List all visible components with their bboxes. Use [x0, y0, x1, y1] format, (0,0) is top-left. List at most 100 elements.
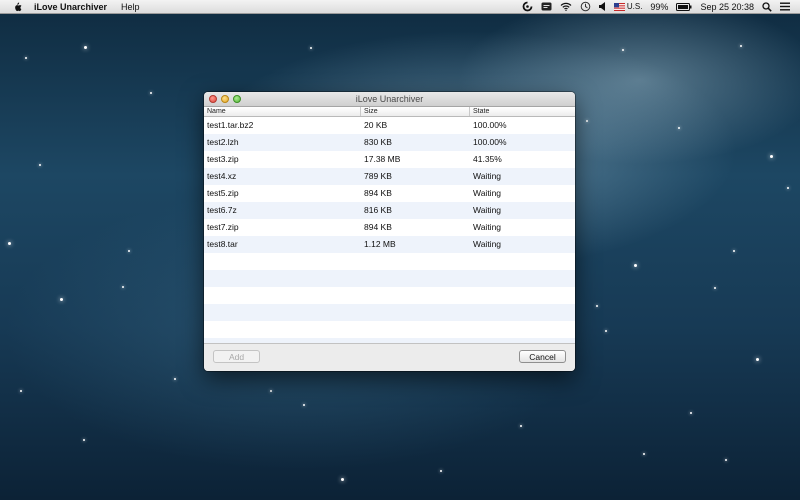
star — [310, 47, 312, 49]
cell-name: test2.lzh — [207, 137, 239, 147]
menu-help[interactable]: Help — [121, 2, 140, 12]
time-machine-icon[interactable] — [580, 1, 591, 12]
empty-row — [204, 270, 575, 287]
cell-state: 100.00% — [473, 137, 507, 147]
star — [733, 250, 735, 252]
menu-extras: U.S. 99% Sep 25 20:38 — [522, 0, 790, 13]
cell-state: Waiting — [473, 171, 502, 181]
cell-size: 20 KB — [364, 120, 388, 130]
zoom-window-button[interactable] — [233, 95, 241, 103]
cell-name: test6.7z — [207, 205, 237, 215]
cell-state: Waiting — [473, 205, 502, 215]
menu-bar: iLove Unarchiver Help U.S. 99% Sep 25 20… — [0, 0, 800, 14]
battery-percent: 99% — [650, 1, 669, 12]
message-icon[interactable] — [541, 1, 552, 12]
menubar-clock[interactable]: Sep 25 20:38 — [700, 2, 754, 12]
star — [60, 298, 63, 301]
window-footer: Add Cancel — [204, 343, 575, 371]
cell-name: test1.tar.bz2 — [207, 120, 254, 130]
apple-icon[interactable] — [12, 1, 22, 12]
volume-icon[interactable] — [598, 1, 606, 12]
star — [303, 404, 305, 406]
column-header-size[interactable]: Size — [361, 107, 470, 116]
star — [678, 127, 680, 129]
wifi-icon[interactable] — [560, 1, 572, 12]
star — [122, 286, 124, 288]
minimize-window-button[interactable] — [221, 95, 229, 103]
column-header-name[interactable]: Name — [204, 107, 361, 116]
star — [770, 155, 773, 158]
star — [25, 57, 27, 59]
window-title: iLove Unarchiver — [355, 94, 424, 104]
cancel-button[interactable]: Cancel — [519, 350, 566, 363]
star — [150, 92, 152, 94]
table-row[interactable]: test3.zip 17.38 MB 41.35% — [204, 151, 575, 168]
cell-state: Waiting — [473, 239, 502, 249]
input-source-label: U.S. — [626, 2, 643, 11]
star — [174, 378, 176, 380]
table-row[interactable]: test5.zip 894 KB Waiting — [204, 185, 575, 202]
star — [8, 242, 11, 245]
cell-size: 894 KB — [364, 222, 392, 232]
star — [756, 358, 759, 361]
star — [341, 478, 344, 481]
cell-size: 816 KB — [364, 205, 392, 215]
close-window-button[interactable] — [209, 95, 217, 103]
spotlight-search-icon[interactable] — [762, 1, 772, 12]
cell-state: Waiting — [473, 188, 502, 198]
table-row[interactable]: test1.tar.bz2 20 KB 100.00% — [204, 117, 575, 134]
add-button[interactable]: Add — [213, 350, 260, 363]
star — [84, 46, 87, 49]
star — [440, 470, 442, 472]
cell-size: 830 KB — [364, 137, 392, 147]
cell-name: test8.tar — [207, 239, 238, 249]
star — [643, 453, 645, 455]
table-row[interactable]: test4.xz 789 KB Waiting — [204, 168, 575, 185]
creative-cloud-icon[interactable] — [522, 1, 533, 12]
star — [605, 330, 607, 332]
cell-size: 894 KB — [364, 188, 392, 198]
table-row[interactable]: test2.lzh 830 KB 100.00% — [204, 134, 575, 151]
empty-row — [204, 304, 575, 321]
cell-state: 100.00% — [473, 120, 507, 130]
unarchiver-window: iLove Unarchiver Name Size State test1.t… — [204, 92, 575, 371]
star — [725, 459, 727, 461]
star — [740, 45, 742, 47]
star — [634, 264, 637, 267]
star — [270, 390, 272, 392]
star — [787, 187, 789, 189]
star — [20, 390, 22, 392]
star — [586, 120, 588, 122]
star — [622, 49, 624, 51]
us-flag-icon[interactable]: U.S. — [613, 1, 643, 12]
star — [83, 439, 85, 441]
table-row[interactable]: test8.tar 1.12 MB Waiting — [204, 236, 575, 253]
table-header: Name Size State — [204, 107, 575, 117]
star — [690, 412, 692, 414]
cell-state: 41.35% — [473, 154, 502, 164]
empty-row — [204, 321, 575, 338]
star — [714, 287, 716, 289]
star — [596, 305, 598, 307]
cell-size: 17.38 MB — [364, 154, 401, 164]
empty-row — [204, 253, 575, 270]
cell-name: test5.zip — [207, 188, 239, 198]
battery-icon[interactable] — [676, 1, 692, 12]
star — [128, 250, 130, 252]
cell-size: 1.12 MB — [364, 239, 396, 249]
empty-row — [204, 287, 575, 304]
archive-table[interactable]: Name Size State test1.tar.bz2 20 KB 100.… — [204, 107, 575, 343]
cell-state: Waiting — [473, 222, 502, 232]
column-header-state[interactable]: State — [470, 107, 575, 116]
cell-name: test4.xz — [207, 171, 237, 181]
table-row[interactable]: test7.zip 894 KB Waiting — [204, 219, 575, 236]
window-titlebar[interactable]: iLove Unarchiver — [204, 92, 575, 107]
notification-center-icon[interactable] — [780, 1, 790, 12]
table-row[interactable]: test6.7z 816 KB Waiting — [204, 202, 575, 219]
star — [39, 164, 41, 166]
cell-name: test7.zip — [207, 222, 239, 232]
menu-app-name[interactable]: iLove Unarchiver — [34, 2, 107, 12]
cell-name: test3.zip — [207, 154, 239, 164]
cell-size: 789 KB — [364, 171, 392, 181]
star — [520, 425, 522, 427]
